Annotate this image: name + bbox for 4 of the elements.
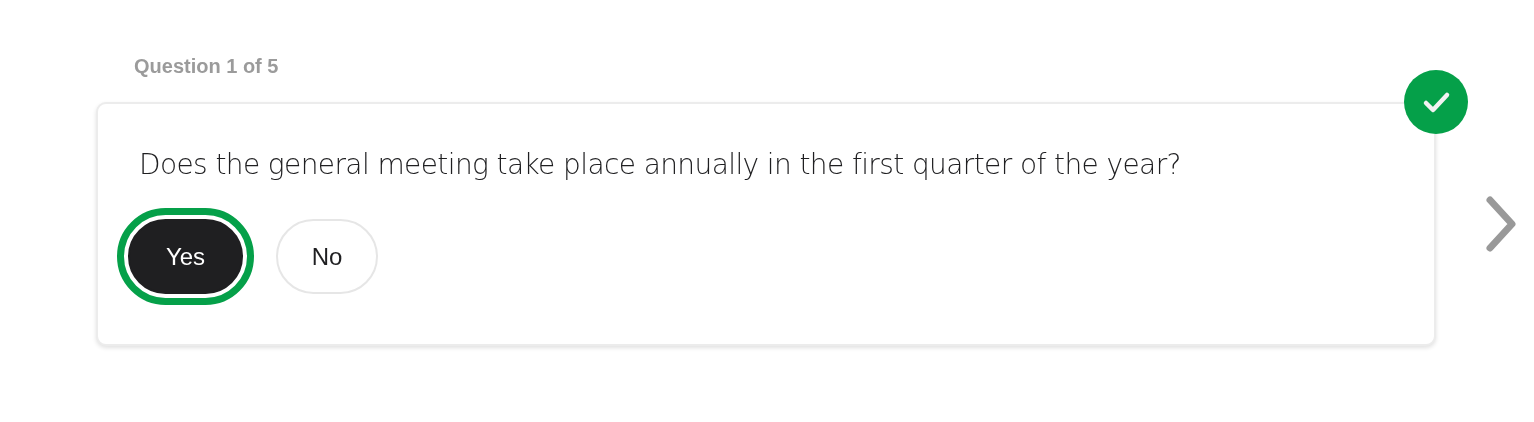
answer-option[interactable]: No — [276, 219, 378, 294]
question-text: Does the general meeting take place annually in the first quarter of the year? — [139, 148, 1182, 182]
next-chevron-icon[interactable] — [1484, 194, 1518, 254]
question-counter: Question 1 of 5 — [134, 55, 280, 79]
